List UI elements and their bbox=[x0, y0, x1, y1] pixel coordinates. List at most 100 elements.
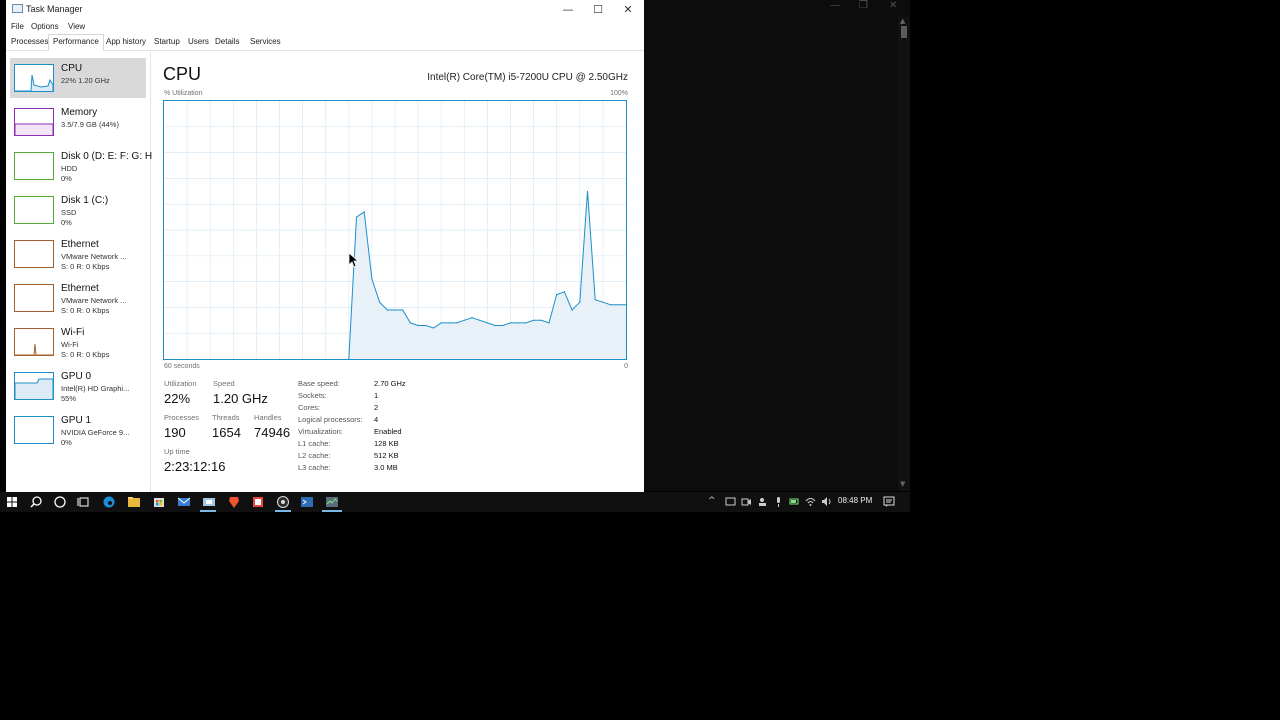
background-window: — ❐ ✕ ▲ ▼ bbox=[644, 0, 910, 491]
taskbar: ^ 08:48 PM bbox=[0, 492, 910, 512]
search-icon[interactable] bbox=[29, 495, 43, 509]
tab-performance[interactable]: Performance bbox=[48, 34, 104, 51]
cpu-graph-svg bbox=[164, 101, 627, 360]
sidebar-item-ethernet-1[interactable]: Ethernet VMware Network ... S: 0 R: 0 Kb… bbox=[10, 234, 146, 274]
utilization-value: 22% bbox=[164, 391, 191, 406]
title-bar[interactable]: Task Manager — ☐ ✕ bbox=[6, 0, 644, 19]
sidebar-item-wifi[interactable]: Wi-Fi Wi-Fi S: 0 R: 0 Kbps bbox=[10, 322, 146, 362]
scrollbar-thumb[interactable] bbox=[901, 26, 907, 38]
sidebar-item-ethernet-2[interactable]: Ethernet VMware Network ... S: 0 R: 0 Kb… bbox=[10, 278, 146, 318]
chevron-up-icon[interactable]: ^ bbox=[708, 496, 716, 506]
start-icon[interactable] bbox=[5, 495, 19, 509]
microphone-icon[interactable] bbox=[773, 496, 784, 507]
sidebar-item-label: Ethernet bbox=[61, 239, 99, 250]
cortana-icon[interactable] bbox=[53, 495, 67, 509]
bg-minimize-button[interactable]: — bbox=[830, 0, 840, 11]
bg-restore-button[interactable]: ❐ bbox=[859, 0, 868, 11]
sidebar-item-label: Memory bbox=[61, 107, 98, 118]
detail-value: 4 bbox=[374, 415, 379, 424]
tab-details[interactable]: Details bbox=[211, 35, 243, 49]
cpu-data-point bbox=[386, 309, 388, 311]
running-indicator bbox=[275, 510, 291, 512]
sidebar-item-memory[interactable]: Memory 3.5/7.9 GB (44%) bbox=[10, 102, 146, 142]
cpu-data-point bbox=[602, 301, 604, 303]
edge-icon[interactable] bbox=[102, 495, 116, 509]
sidebar-item-gpu-0[interactable]: GPU 0 Intel(R) HD Graphi... 55% bbox=[10, 366, 146, 406]
people-icon[interactable] bbox=[757, 496, 768, 507]
scroll-down-icon[interactable]: ▼ bbox=[900, 480, 905, 488]
cpu-data-point bbox=[563, 291, 565, 293]
cpu-thumbnail bbox=[14, 64, 54, 92]
sidebar-item-cpu[interactable]: CPU 22% 1.20 GHz bbox=[10, 58, 146, 98]
bg-close-button[interactable]: ✕ bbox=[889, 0, 897, 11]
network-drive-icon[interactable] bbox=[725, 496, 736, 507]
cpu-data-point bbox=[379, 301, 381, 303]
tab-services[interactable]: Services bbox=[246, 35, 285, 49]
sidebar-item-disk-1[interactable]: Disk 1 (C:) SSD 0% bbox=[10, 190, 146, 230]
sidebar-item-sub: S: 0 R: 0 Kbps bbox=[61, 350, 110, 359]
app-icon[interactable] bbox=[251, 495, 265, 509]
cpu-data-point bbox=[509, 322, 512, 324]
close-button[interactable]: ✕ bbox=[616, 2, 640, 17]
sidebar-item-gpu-1[interactable]: GPU 1 NVIDIA GeForce 9... 0% bbox=[10, 410, 146, 450]
menu-file[interactable]: File bbox=[11, 22, 24, 31]
gpu-thumbnail bbox=[14, 416, 54, 444]
detail-key: Cores: bbox=[298, 403, 321, 412]
cpu-data-point bbox=[471, 317, 473, 319]
app-icon[interactable] bbox=[202, 495, 216, 509]
minimize-button[interactable]: — bbox=[556, 2, 580, 17]
detail-key: Sockets: bbox=[298, 391, 327, 400]
detail-key: L2 cache: bbox=[298, 451, 331, 460]
notifications-icon[interactable] bbox=[883, 496, 895, 508]
cpu-data-point bbox=[540, 319, 542, 321]
cpu-data-point bbox=[502, 324, 504, 327]
volume-icon[interactable] bbox=[821, 496, 832, 507]
background-scrollbar[interactable]: ▲ ▼ bbox=[898, 16, 910, 491]
menu-options[interactable]: Options bbox=[31, 22, 59, 31]
tab-startup[interactable]: Startup bbox=[150, 35, 184, 49]
sidebar-item-label: GPU 1 bbox=[61, 415, 92, 426]
terminal-icon[interactable] bbox=[300, 495, 314, 509]
sidebar-item-label: Disk 0 (D: E: F: G: H bbox=[61, 151, 153, 162]
detail-value: 128 KB bbox=[374, 439, 399, 448]
wifi-icon[interactable] bbox=[805, 496, 816, 507]
chrome-icon[interactable] bbox=[276, 495, 290, 509]
camera-icon[interactable] bbox=[741, 496, 752, 507]
file-explorer-icon[interactable] bbox=[127, 495, 141, 509]
menu-view[interactable]: View bbox=[68, 22, 85, 31]
memory-thumbnail bbox=[14, 108, 54, 136]
cpu-model: Intel(R) Core(TM) i5-7200U CPU @ 2.50GHz bbox=[427, 72, 628, 83]
store-icon[interactable] bbox=[152, 495, 166, 509]
speed-label: Speed bbox=[213, 379, 235, 388]
utilization-label: Utilization bbox=[164, 379, 197, 388]
sidebar-item-sub: Wi-Fi bbox=[61, 340, 79, 349]
cpu-data-point bbox=[355, 216, 358, 218]
scroll-up-icon[interactable]: ▲ bbox=[900, 17, 905, 25]
taskbar-clock[interactable]: 08:48 PM bbox=[838, 496, 872, 505]
sidebar-item-label: GPU 0 bbox=[61, 371, 92, 382]
cpu-data-point bbox=[571, 309, 573, 311]
threads-label: Threads bbox=[212, 413, 240, 422]
sidebar-item-sub: S: 0 R: 0 Kbps bbox=[61, 262, 110, 271]
tab-processes[interactable]: Processes bbox=[7, 35, 52, 49]
gpu-mini-graph bbox=[15, 378, 53, 399]
tab-app-history[interactable]: App history bbox=[102, 35, 150, 49]
detail-key: Base speed: bbox=[298, 379, 340, 388]
task-manager-icon[interactable] bbox=[325, 495, 339, 509]
memory-mini-graph bbox=[15, 123, 53, 135]
task-view-icon[interactable] bbox=[77, 495, 91, 509]
detail-key: Logical processors: bbox=[298, 415, 363, 424]
brave-icon[interactable] bbox=[227, 495, 241, 509]
sidebar-item-disk-0[interactable]: Disk 0 (D: E: F: G: H HDD 0% bbox=[10, 146, 152, 186]
tab-users[interactable]: Users bbox=[184, 35, 213, 49]
sidebar-item-sub: 55% bbox=[61, 394, 77, 403]
maximize-button[interactable]: ☐ bbox=[586, 2, 610, 17]
graph-x-left-label: 60 seconds bbox=[164, 363, 200, 370]
threads-value: 1654 bbox=[212, 425, 241, 440]
cpu-data-point bbox=[486, 322, 488, 324]
cpu-title: CPU bbox=[163, 64, 202, 84]
mail-icon[interactable] bbox=[177, 495, 191, 509]
graph-x-right-label: 0 bbox=[624, 363, 628, 370]
sidebar-item-label: Ethernet bbox=[61, 283, 99, 294]
battery-icon[interactable] bbox=[789, 496, 800, 507]
